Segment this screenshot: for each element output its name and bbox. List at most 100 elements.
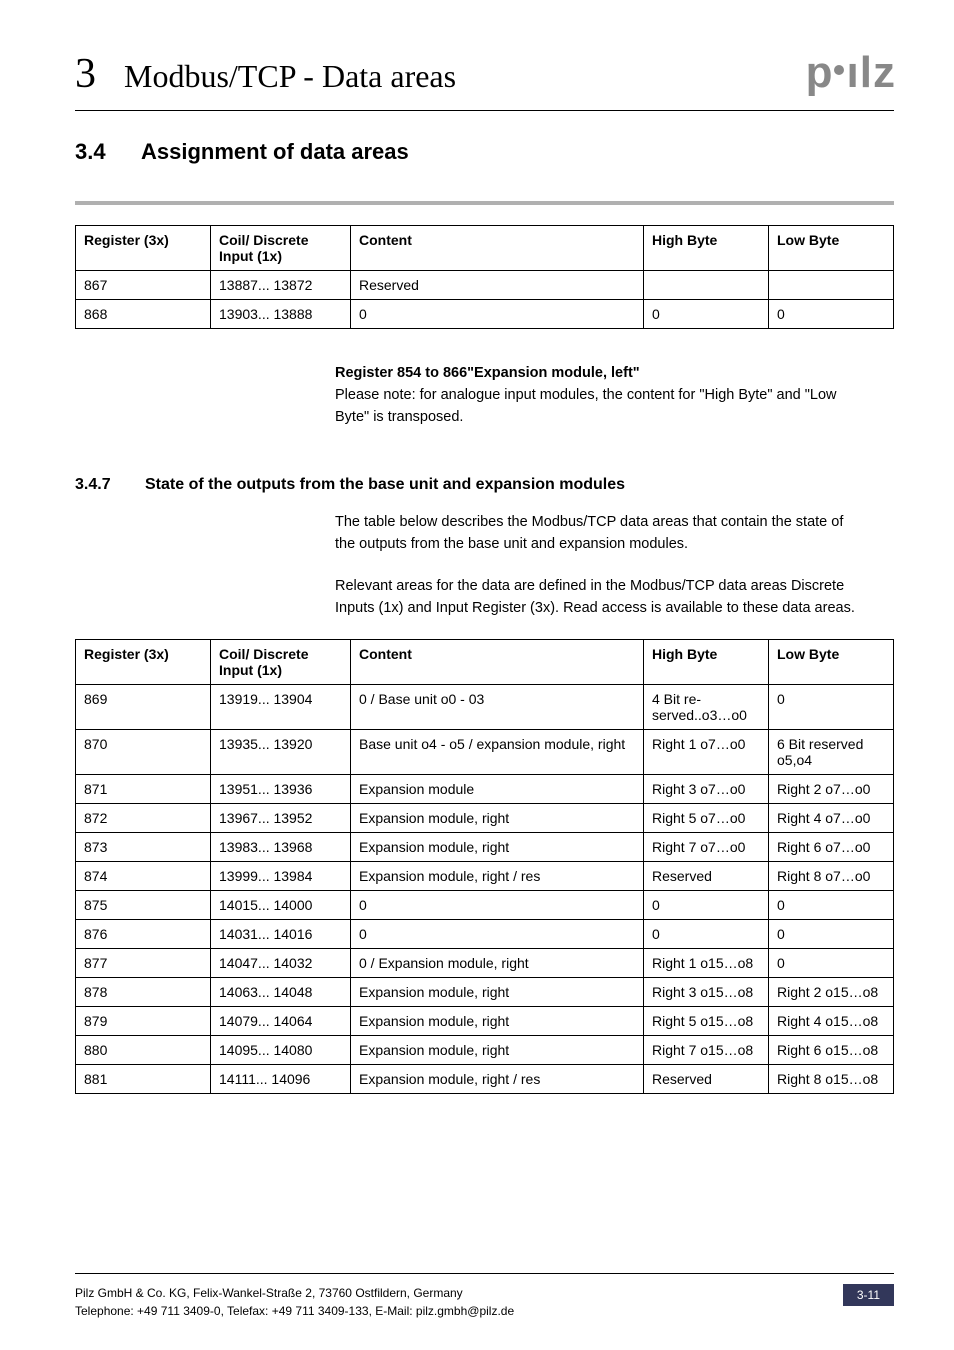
- cell-low: Right 6 o15…o8: [769, 1036, 894, 1065]
- cell-coil: 13951... 13936: [211, 775, 351, 804]
- cell-low: 0: [769, 891, 894, 920]
- cell-low: Right 2 o7…o0: [769, 775, 894, 804]
- cell-low: Right 4 o15…o8: [769, 1007, 894, 1036]
- cell-high: Right 7 o15…o8: [644, 1036, 769, 1065]
- cell-high: [644, 271, 769, 300]
- cell-high: Right 5 o15…o8: [644, 1007, 769, 1036]
- footer-address: Pilz GmbH & Co. KG, Felix-Wankel-Straße …: [75, 1284, 514, 1320]
- cell-content: Expansion module: [351, 775, 644, 804]
- cell-register: 875: [76, 891, 211, 920]
- cell-coil: 13999... 13984: [211, 862, 351, 891]
- cell-register: 869: [76, 685, 211, 730]
- cell-high: Right 3 o7…o0: [644, 775, 769, 804]
- cell-content: Expansion module, right: [351, 978, 644, 1007]
- cell-content: Reserved: [351, 271, 644, 300]
- cell-content: Expansion module, right: [351, 804, 644, 833]
- cell-content: Base unit o4 - o5 / expansion module, ri…: [351, 730, 644, 775]
- cell-high: Right 7 o7…o0: [644, 833, 769, 862]
- cell-content: Expansion module, right: [351, 1007, 644, 1036]
- cell-high: Right 1 o15…o8: [644, 949, 769, 978]
- page-number-badge: 3-11: [843, 1284, 894, 1306]
- cell-coil: 13983... 13968: [211, 833, 351, 862]
- cell-register: 879: [76, 1007, 211, 1036]
- cell-register: 870: [76, 730, 211, 775]
- cell-coil: 13887... 13872: [211, 271, 351, 300]
- cell-high: Right 3 o15…o8: [644, 978, 769, 1007]
- table-body: 86713887... 13872Reserved86813903... 138…: [76, 271, 894, 329]
- chapter-title: Modbus/TCP - Data areas: [124, 58, 456, 95]
- cell-coil: 13903... 13888: [211, 300, 351, 329]
- table-row: 87013935... 13920Base unit o4 - o5 / exp…: [76, 730, 894, 775]
- cell-coil: 14015... 14000: [211, 891, 351, 920]
- cell-coil: 14031... 14016: [211, 920, 351, 949]
- section-heading: 3.4 Assignment of data areas: [75, 139, 894, 165]
- cell-coil: 14047... 14032: [211, 949, 351, 978]
- table-row: 86713887... 13872Reserved: [76, 271, 894, 300]
- th-lowbyte: Low Byte: [769, 226, 894, 271]
- cell-low: Right 4 o7…o0: [769, 804, 894, 833]
- cell-register: 878: [76, 978, 211, 1007]
- cell-register: 874: [76, 862, 211, 891]
- cell-register: 873: [76, 833, 211, 862]
- chapter-number: 3: [75, 50, 96, 98]
- subsection-number: 3.4.7: [75, 476, 123, 494]
- cell-low: 0: [769, 949, 894, 978]
- subsection-heading: 3.4.7 State of the outputs from the base…: [75, 476, 894, 494]
- table-row: 87814063... 14048Expansion module, right…: [76, 978, 894, 1007]
- cell-content: Expansion module, right: [351, 833, 644, 862]
- cell-register: 877: [76, 949, 211, 978]
- cell-high: 4 Bit re-served..o3…o0: [644, 685, 769, 730]
- page-footer: Pilz GmbH & Co. KG, Felix-Wankel-Straße …: [75, 1273, 894, 1320]
- table-row: 87714047... 140320 / Expansion module, r…: [76, 949, 894, 978]
- table-row: 87313983... 13968Expansion module, right…: [76, 833, 894, 862]
- table-head: Register (3x) Coil/ Discrete Input (1x) …: [76, 226, 894, 271]
- page: 3 Modbus/TCP - Data areas pılz 3.4 Assig…: [0, 0, 954, 1350]
- cell-low: 6 Bit reserved o5,o4: [769, 730, 894, 775]
- cell-high: Reserved: [644, 1065, 769, 1094]
- cell-content: 0 / Expansion module, right: [351, 949, 644, 978]
- note-block: Register 854 to 866"Expansion module, le…: [335, 363, 855, 428]
- cell-coil: 14079... 14064: [211, 1007, 351, 1036]
- cell-coil: 13919... 13904: [211, 685, 351, 730]
- cell-low: Right 6 o7…o0: [769, 833, 894, 862]
- cell-high: Right 5 o7…o0: [644, 804, 769, 833]
- cell-low: 0: [769, 685, 894, 730]
- cell-coil: 14095... 14080: [211, 1036, 351, 1065]
- cell-content: 0: [351, 300, 644, 329]
- th-coil: Coil/ Discrete Input (1x): [211, 226, 351, 271]
- cell-register: 880: [76, 1036, 211, 1065]
- th-content: Content: [351, 640, 644, 685]
- cell-register: 881: [76, 1065, 211, 1094]
- paragraph-1: The table below describes the Modbus/TCP…: [335, 512, 855, 556]
- cell-coil: 14111... 14096: [211, 1065, 351, 1094]
- cell-low: Right 2 o15…o8: [769, 978, 894, 1007]
- table-reserved: Register (3x) Coil/ Discrete Input (1x) …: [75, 225, 894, 329]
- subsection-title: State of the outputs from the base unit …: [145, 476, 625, 494]
- th-register: Register (3x): [76, 226, 211, 271]
- table-row: 87914079... 14064Expansion module, right…: [76, 1007, 894, 1036]
- cell-high: 0: [644, 891, 769, 920]
- cell-coil: 13967... 13952: [211, 804, 351, 833]
- cell-high: 0: [644, 300, 769, 329]
- table-body: 86913919... 139040 / Base unit o0 - 034 …: [76, 685, 894, 1094]
- cell-register: 876: [76, 920, 211, 949]
- th-content: Content: [351, 226, 644, 271]
- section-number: 3.4: [75, 139, 113, 165]
- th-register: Register (3x): [76, 640, 211, 685]
- cell-content: 0: [351, 891, 644, 920]
- cell-coil: 14063... 14048: [211, 978, 351, 1007]
- cell-content: Expansion module, right: [351, 1036, 644, 1065]
- table-row: 88014095... 14080Expansion module, right…: [76, 1036, 894, 1065]
- table-row: 87213967... 13952Expansion module, right…: [76, 804, 894, 833]
- header-left: 3 Modbus/TCP - Data areas: [75, 50, 456, 98]
- section-title: Assignment of data areas: [141, 139, 409, 165]
- cell-register: 868: [76, 300, 211, 329]
- cell-low: 0: [769, 300, 894, 329]
- cell-low: [769, 271, 894, 300]
- th-coil: Coil/ Discrete Input (1x): [211, 640, 351, 685]
- table-row: 87614031... 14016000: [76, 920, 894, 949]
- footer-line-1: Pilz GmbH & Co. KG, Felix-Wankel-Straße …: [75, 1284, 514, 1302]
- table-row: 87113951... 13936Expansion moduleRight 3…: [76, 775, 894, 804]
- cell-content: 0: [351, 920, 644, 949]
- paragraph-2: Relevant areas for the data are defined …: [335, 576, 855, 620]
